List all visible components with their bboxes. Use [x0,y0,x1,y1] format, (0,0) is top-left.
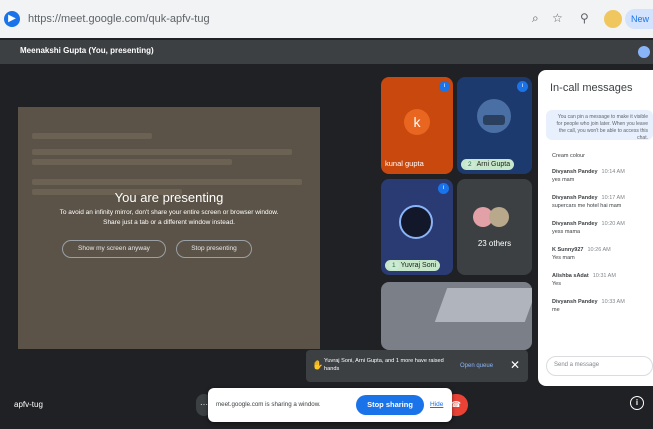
chat-message: Divyansh Pandey 10:17 AM supercars me hot… [552,195,625,209]
participant-tile-yuvraj[interactable]: ι 1 Yuvraj Soni [381,179,453,275]
message-input[interactable]: Send a message [546,356,653,376]
presenter-label: Meenakshi Gupta (You, presenting) [20,46,154,55]
avatar [489,207,509,227]
site-icon: ▶ [4,11,20,27]
camera-feed [434,288,532,322]
raised-hands-toast: ✋ Yuvraj Soni, Arni Gupta, and 1 more ha… [306,350,528,382]
chat-info-note: You can pin a message to make it visible… [546,110,653,140]
participant-tile-arni[interactable]: ι 2 Arni Gupta [457,77,532,174]
open-queue-link[interactable]: Open queue [460,363,493,369]
blurred-text-line [32,159,232,165]
participant-tile-others[interactable]: 23 others [457,179,532,275]
participant-tile-camera[interactable] [381,282,532,350]
chat-message: Divyansh Pandey 10:33 AM me [552,299,625,313]
close-icon[interactable]: ✕ [510,358,520,372]
panel-title: In-call messages [550,82,633,94]
presentation-preview [18,107,320,349]
browser-toolbar: ▶ https://meet.google.com/quk-apfv-tug ⌕… [0,0,653,38]
participant-name: 2 Arni Gupta [461,159,515,170]
raised-hand-icon: 1 [389,261,399,270]
participant-tile-kunal[interactable]: ι k kunal gupta [381,77,453,174]
raised-hands-text: Yuvraj Soni, Arni Gupta, and 1 more have… [324,358,444,372]
chat-message: Divyansh Pandey 10:14 AM yes mam [552,169,625,183]
mic-indicator-icon: ι [438,183,449,194]
mic-indicator-icon: ι [439,81,450,92]
in-call-messages-panel: In-call messages You can pin a message t… [538,70,653,386]
subtitle-line-1: To avoid an infinity mirror, don't share… [59,209,279,216]
show-screen-anyway-button[interactable]: Show my screen anyway [62,240,166,258]
raised-hand-icon: ✋ [312,360,324,370]
subtitle-line-2: Share just a tab or a different window i… [103,219,235,226]
avatar: k [404,109,430,135]
mic-indicator-icon: ι [517,81,528,92]
info-icon[interactable]: i [630,396,644,410]
presenting-title: You are presenting [114,190,224,205]
sharing-notification-bar: meet.google.com is sharing a window. Sto… [208,388,452,422]
blurred-text-line [32,133,152,139]
raised-hand-icon: 2 [465,160,475,169]
extensions-icon[interactable]: ⚲ [580,11,589,25]
participant-name: kunal gupta [385,159,424,168]
chat-message: Alishba sAdat 10:31 AM Yes [552,273,616,287]
blurred-text-line [32,149,292,155]
sharing-text: meet.google.com is sharing a window. [216,401,321,408]
blurred-text-line [32,179,302,185]
participant-name: 1 Yuvraj Soni [385,260,441,271]
chat-message: K Sunny927 10:26 AM Yes mam [552,247,611,261]
avatar [477,99,511,133]
meeting-code: apfv-tug [14,400,43,409]
bookmark-star-icon[interactable]: ☆ [552,11,563,25]
chat-message: Cream colour [552,153,586,159]
zoom-icon[interactable]: ⌕ [532,11,539,26]
chat-message: Divyansh Pandey 10:20 AM yess mama [552,221,625,235]
hide-link[interactable]: Hide [430,401,443,408]
stop-sharing-button[interactable]: Stop sharing [356,395,424,415]
avatar [399,205,433,239]
presenting-subtitle: To avoid an infinity mirror, don't share… [18,208,320,228]
new-tab-button[interactable]: New [625,9,653,29]
others-count: 23 others [477,239,512,248]
stop-presenting-button[interactable]: Stop presenting [176,240,252,258]
address-bar[interactable]: https://meet.google.com/quk-apfv-tug [28,13,210,25]
profile-avatar[interactable] [604,10,622,28]
presenter-menu-icon[interactable] [638,46,650,58]
